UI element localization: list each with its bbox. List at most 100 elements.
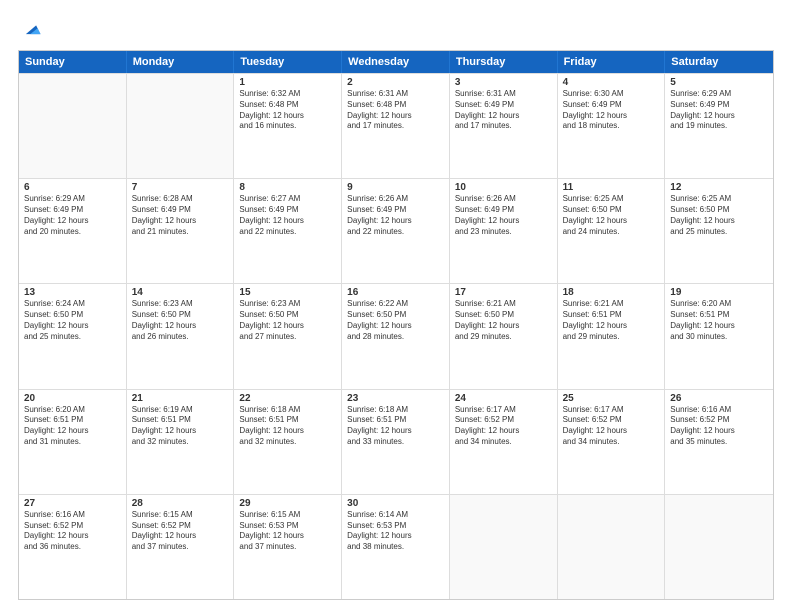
cell-info: Sunrise: 6:17 AM Sunset: 6:52 PM Dayligh…: [455, 405, 552, 448]
day-number: 18: [563, 287, 660, 298]
calendar-header: SundayMondayTuesdayWednesdayThursdayFrid…: [19, 51, 773, 73]
day-number: 14: [132, 287, 229, 298]
cell-info: Sunrise: 6:18 AM Sunset: 6:51 PM Dayligh…: [347, 405, 444, 448]
cell-info: Sunrise: 6:23 AM Sunset: 6:50 PM Dayligh…: [239, 299, 336, 342]
day-cell: 9 Sunrise: 6:26 AM Sunset: 6:49 PM Dayli…: [342, 179, 450, 283]
day-number: 17: [455, 287, 552, 298]
day-cell: 5 Sunrise: 6:29 AM Sunset: 6:49 PM Dayli…: [665, 74, 773, 178]
cell-info: Sunrise: 6:25 AM Sunset: 6:50 PM Dayligh…: [670, 194, 768, 237]
cell-info: Sunrise: 6:31 AM Sunset: 6:48 PM Dayligh…: [347, 89, 444, 132]
cell-info: Sunrise: 6:30 AM Sunset: 6:49 PM Dayligh…: [563, 89, 660, 132]
day-number: 3: [455, 77, 552, 88]
cell-info: Sunrise: 6:14 AM Sunset: 6:53 PM Dayligh…: [347, 510, 444, 553]
day-number: 1: [239, 77, 336, 88]
cell-info: Sunrise: 6:20 AM Sunset: 6:51 PM Dayligh…: [670, 299, 768, 342]
day-cell: 12 Sunrise: 6:25 AM Sunset: 6:50 PM Dayl…: [665, 179, 773, 283]
day-number: 4: [563, 77, 660, 88]
day-number: 27: [24, 498, 121, 509]
weekday-header: Monday: [127, 51, 235, 73]
empty-cell: [558, 495, 666, 599]
day-cell: 2 Sunrise: 6:31 AM Sunset: 6:48 PM Dayli…: [342, 74, 450, 178]
day-number: 6: [24, 182, 121, 193]
cell-info: Sunrise: 6:31 AM Sunset: 6:49 PM Dayligh…: [455, 89, 552, 132]
day-number: 9: [347, 182, 444, 193]
calendar-row: 27 Sunrise: 6:16 AM Sunset: 6:52 PM Dayl…: [19, 494, 773, 599]
cell-info: Sunrise: 6:16 AM Sunset: 6:52 PM Dayligh…: [670, 405, 768, 448]
day-cell: 18 Sunrise: 6:21 AM Sunset: 6:51 PM Dayl…: [558, 284, 666, 388]
day-cell: 23 Sunrise: 6:18 AM Sunset: 6:51 PM Dayl…: [342, 390, 450, 494]
cell-info: Sunrise: 6:28 AM Sunset: 6:49 PM Dayligh…: [132, 194, 229, 237]
day-cell: 27 Sunrise: 6:16 AM Sunset: 6:52 PM Dayl…: [19, 495, 127, 599]
day-number: 21: [132, 393, 229, 404]
cell-info: Sunrise: 6:17 AM Sunset: 6:52 PM Dayligh…: [563, 405, 660, 448]
day-number: 12: [670, 182, 768, 193]
day-cell: 16 Sunrise: 6:22 AM Sunset: 6:50 PM Dayl…: [342, 284, 450, 388]
day-number: 8: [239, 182, 336, 193]
day-number: 25: [563, 393, 660, 404]
day-number: 5: [670, 77, 768, 88]
header: [18, 18, 774, 40]
day-number: 19: [670, 287, 768, 298]
calendar-body: 1 Sunrise: 6:32 AM Sunset: 6:48 PM Dayli…: [19, 73, 773, 599]
day-cell: 29 Sunrise: 6:15 AM Sunset: 6:53 PM Dayl…: [234, 495, 342, 599]
cell-info: Sunrise: 6:26 AM Sunset: 6:49 PM Dayligh…: [455, 194, 552, 237]
cell-info: Sunrise: 6:18 AM Sunset: 6:51 PM Dayligh…: [239, 405, 336, 448]
day-number: 26: [670, 393, 768, 404]
logo-icon: [20, 18, 42, 40]
calendar-row: 13 Sunrise: 6:24 AM Sunset: 6:50 PM Dayl…: [19, 283, 773, 388]
day-number: 20: [24, 393, 121, 404]
day-cell: 22 Sunrise: 6:18 AM Sunset: 6:51 PM Dayl…: [234, 390, 342, 494]
page: SundayMondayTuesdayWednesdayThursdayFrid…: [0, 0, 792, 612]
cell-info: Sunrise: 6:25 AM Sunset: 6:50 PM Dayligh…: [563, 194, 660, 237]
day-number: 23: [347, 393, 444, 404]
cell-info: Sunrise: 6:27 AM Sunset: 6:49 PM Dayligh…: [239, 194, 336, 237]
day-number: 30: [347, 498, 444, 509]
day-cell: 3 Sunrise: 6:31 AM Sunset: 6:49 PM Dayli…: [450, 74, 558, 178]
cell-info: Sunrise: 6:32 AM Sunset: 6:48 PM Dayligh…: [239, 89, 336, 132]
calendar-row: 20 Sunrise: 6:20 AM Sunset: 6:51 PM Dayl…: [19, 389, 773, 494]
day-number: 16: [347, 287, 444, 298]
empty-cell: [127, 74, 235, 178]
cell-info: Sunrise: 6:22 AM Sunset: 6:50 PM Dayligh…: [347, 299, 444, 342]
day-cell: 10 Sunrise: 6:26 AM Sunset: 6:49 PM Dayl…: [450, 179, 558, 283]
weekday-header: Thursday: [450, 51, 558, 73]
calendar-row: 1 Sunrise: 6:32 AM Sunset: 6:48 PM Dayli…: [19, 73, 773, 178]
cell-info: Sunrise: 6:21 AM Sunset: 6:50 PM Dayligh…: [455, 299, 552, 342]
cell-info: Sunrise: 6:26 AM Sunset: 6:49 PM Dayligh…: [347, 194, 444, 237]
calendar: SundayMondayTuesdayWednesdayThursdayFrid…: [18, 50, 774, 600]
day-cell: 30 Sunrise: 6:14 AM Sunset: 6:53 PM Dayl…: [342, 495, 450, 599]
day-cell: 25 Sunrise: 6:17 AM Sunset: 6:52 PM Dayl…: [558, 390, 666, 494]
empty-cell: [19, 74, 127, 178]
day-cell: 4 Sunrise: 6:30 AM Sunset: 6:49 PM Dayli…: [558, 74, 666, 178]
day-cell: 20 Sunrise: 6:20 AM Sunset: 6:51 PM Dayl…: [19, 390, 127, 494]
day-number: 24: [455, 393, 552, 404]
day-number: 29: [239, 498, 336, 509]
cell-info: Sunrise: 6:15 AM Sunset: 6:52 PM Dayligh…: [132, 510, 229, 553]
day-cell: 1 Sunrise: 6:32 AM Sunset: 6:48 PM Dayli…: [234, 74, 342, 178]
day-cell: 13 Sunrise: 6:24 AM Sunset: 6:50 PM Dayl…: [19, 284, 127, 388]
day-cell: 7 Sunrise: 6:28 AM Sunset: 6:49 PM Dayli…: [127, 179, 235, 283]
day-number: 2: [347, 77, 444, 88]
cell-info: Sunrise: 6:23 AM Sunset: 6:50 PM Dayligh…: [132, 299, 229, 342]
weekday-header: Friday: [558, 51, 666, 73]
day-cell: 17 Sunrise: 6:21 AM Sunset: 6:50 PM Dayl…: [450, 284, 558, 388]
empty-cell: [665, 495, 773, 599]
day-cell: 19 Sunrise: 6:20 AM Sunset: 6:51 PM Dayl…: [665, 284, 773, 388]
day-cell: 15 Sunrise: 6:23 AM Sunset: 6:50 PM Dayl…: [234, 284, 342, 388]
day-cell: 14 Sunrise: 6:23 AM Sunset: 6:50 PM Dayl…: [127, 284, 235, 388]
day-number: 11: [563, 182, 660, 193]
day-number: 28: [132, 498, 229, 509]
day-cell: 28 Sunrise: 6:15 AM Sunset: 6:52 PM Dayl…: [127, 495, 235, 599]
cell-info: Sunrise: 6:24 AM Sunset: 6:50 PM Dayligh…: [24, 299, 121, 342]
weekday-header: Wednesday: [342, 51, 450, 73]
day-cell: 6 Sunrise: 6:29 AM Sunset: 6:49 PM Dayli…: [19, 179, 127, 283]
cell-info: Sunrise: 6:15 AM Sunset: 6:53 PM Dayligh…: [239, 510, 336, 553]
cell-info: Sunrise: 6:20 AM Sunset: 6:51 PM Dayligh…: [24, 405, 121, 448]
day-cell: 26 Sunrise: 6:16 AM Sunset: 6:52 PM Dayl…: [665, 390, 773, 494]
logo: [18, 18, 42, 40]
cell-info: Sunrise: 6:29 AM Sunset: 6:49 PM Dayligh…: [24, 194, 121, 237]
cell-info: Sunrise: 6:29 AM Sunset: 6:49 PM Dayligh…: [670, 89, 768, 132]
weekday-header: Tuesday: [234, 51, 342, 73]
cell-info: Sunrise: 6:16 AM Sunset: 6:52 PM Dayligh…: [24, 510, 121, 553]
weekday-header: Saturday: [665, 51, 773, 73]
